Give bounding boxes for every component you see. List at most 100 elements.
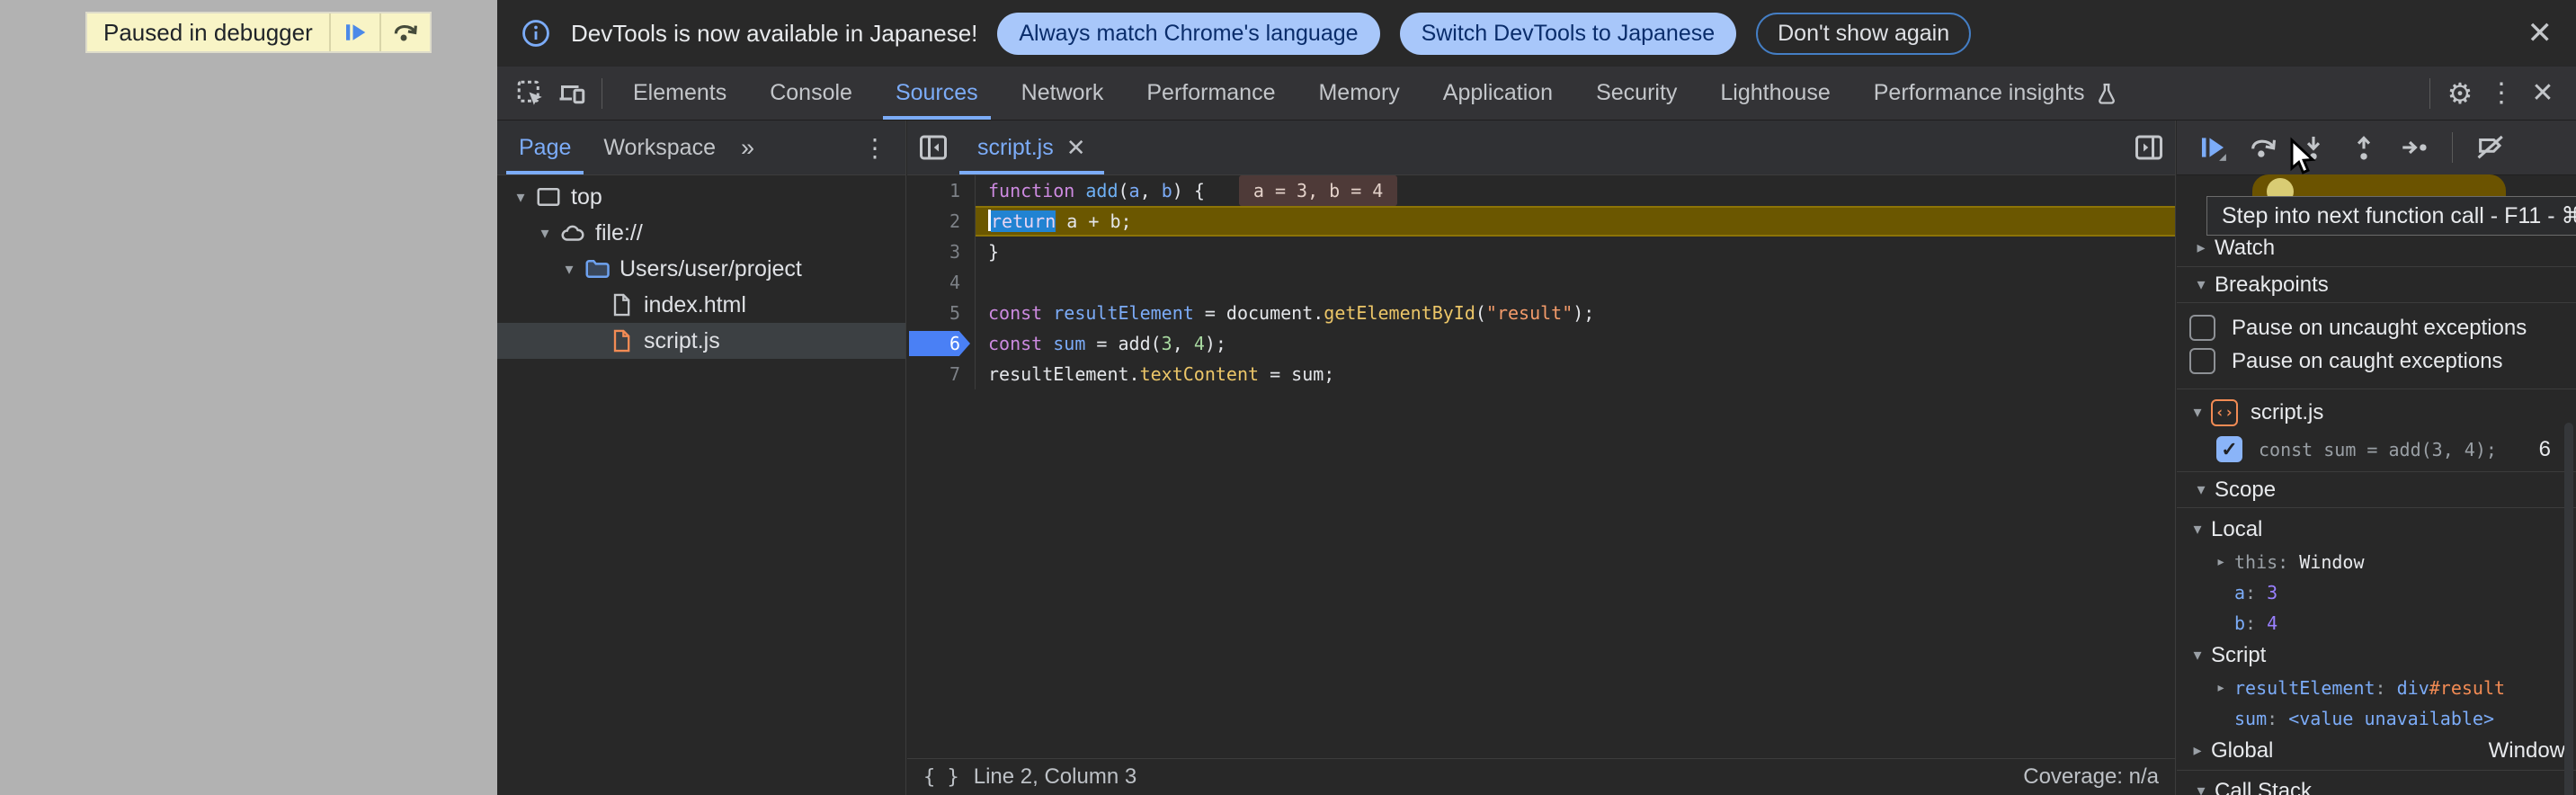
chevron-right-icon: ▸ xyxy=(2207,552,2234,571)
navigator-tab-page[interactable]: Page xyxy=(503,121,587,174)
resume-script-icon[interactable] xyxy=(2191,128,2234,167)
chevron-down-icon[interactable]: ▾ xyxy=(532,224,557,243)
dont-show-again-button[interactable]: Don't show again xyxy=(1756,13,1971,55)
scope-a-row[interactable]: a: 3 xyxy=(2177,577,2576,608)
tab-sources[interactable]: Sources xyxy=(874,67,1000,120)
tree-item-label: script.js xyxy=(644,328,720,354)
tab-performance-insights[interactable]: Performance insights xyxy=(1852,67,2141,120)
scope-sum-row[interactable]: sum: <value unavailable> xyxy=(2177,703,2576,734)
pretty-print-braces-icon[interactable]: { } xyxy=(923,766,959,789)
more-options-kebab-icon[interactable]: ⋮ xyxy=(2481,74,2522,113)
gutter-line-1[interactable]: 1 xyxy=(907,175,976,206)
pause-uncaught-checkbox[interactable] xyxy=(2189,315,2215,341)
tab-network[interactable]: Network xyxy=(1000,67,1126,120)
editor-tab-scriptjs[interactable]: script.js ✕ xyxy=(959,121,1104,174)
chevron-down-icon: ▾ xyxy=(2184,646,2211,665)
breakpoint-entry-row[interactable]: ✓ const sum = add(3, 4); 6 xyxy=(2177,431,2576,468)
switch-to-japanese-button[interactable]: Switch DevTools to Japanese xyxy=(1400,13,1737,55)
file-icon xyxy=(608,291,635,318)
navigator-tab-workspace[interactable]: Workspace xyxy=(587,121,732,174)
tab-application[interactable]: Application xyxy=(1422,67,1574,120)
devtools-main-toolbar: ElementsConsoleSourcesNetworkPerformance… xyxy=(497,67,2576,121)
tab-label: Security xyxy=(1596,80,1677,106)
step-out-icon[interactable] xyxy=(2342,128,2385,167)
notification-close-icon[interactable]: ✕ xyxy=(2527,18,2554,49)
chevron-down-icon: ▾ xyxy=(2184,520,2211,539)
deactivate-breakpoints-icon[interactable] xyxy=(2469,128,2512,167)
tab-elements[interactable]: Elements xyxy=(611,67,748,120)
frame-icon xyxy=(535,183,562,210)
inspect-element-button[interactable] xyxy=(510,74,551,113)
pause-caught-checkbox[interactable] xyxy=(2189,348,2215,374)
scope-b-value: 4 xyxy=(2267,612,2277,634)
tree-item-index-html[interactable]: index.html xyxy=(497,287,905,323)
navigator-kebab-icon[interactable]: ⋮ xyxy=(850,133,900,163)
file-js-icon xyxy=(608,327,635,354)
scope-b-row[interactable]: b: 4 xyxy=(2177,608,2576,639)
gutter-line-5[interactable]: 5 xyxy=(907,298,976,328)
paused-in-debugger-toast: Paused in debugger xyxy=(85,12,432,53)
pause-caught-label: Pause on caught exceptions xyxy=(2232,349,2503,374)
code-line-content: const sum = add(3, 4); xyxy=(976,328,2175,359)
scope-label: Scope xyxy=(2215,478,2276,503)
code-line-1: 1function add(a, b) {a = 3, b = 4 xyxy=(907,175,2175,206)
tab-console[interactable]: Console xyxy=(748,67,874,120)
editor-tab-close-icon[interactable]: ✕ xyxy=(1066,134,1086,162)
scope-script-label: Script xyxy=(2211,643,2266,668)
navigator-header: Page Workspace » ⋮ xyxy=(497,121,905,175)
toggle-navigator-sidebar-icon[interactable] xyxy=(907,121,959,174)
scope-this-value: Window xyxy=(2299,551,2364,573)
breakpoint-entry-checkbox[interactable]: ✓ xyxy=(2216,436,2242,462)
tab-performance[interactable]: Performance xyxy=(1125,67,1297,120)
settings-gear-icon[interactable]: ⚙ xyxy=(2439,74,2481,113)
step-over-icon[interactable] xyxy=(2242,128,2285,167)
tree-item-users-user-project[interactable]: ▾Users/user/project xyxy=(497,251,905,287)
scope-this-row[interactable]: ▸ this: Window xyxy=(2177,546,2576,577)
chevron-down-icon[interactable]: ▾ xyxy=(508,188,533,207)
tree-item-script-js[interactable]: script.js xyxy=(497,323,905,359)
tab-memory[interactable]: Memory xyxy=(1297,67,1421,120)
resume-script-button[interactable] xyxy=(329,13,379,51)
tree-item-top[interactable]: ▾top xyxy=(497,179,905,215)
call-stack-section-header[interactable]: ▾ Call Stack xyxy=(2177,770,2576,795)
chevron-down-icon: ▾ xyxy=(2188,782,2215,795)
tab-lighthouse[interactable]: Lighthouse xyxy=(1698,67,1851,120)
scope-global-row[interactable]: ▸ Global Window xyxy=(2177,734,2576,767)
toggle-debugger-sidebar-icon[interactable] xyxy=(2123,121,2175,174)
gutter-line-3[interactable]: 3 xyxy=(907,237,976,267)
pause-uncaught-row[interactable]: Pause on uncaught exceptions xyxy=(2177,311,2576,344)
breakpoints-section-header[interactable]: ▾ Breakpoints xyxy=(2177,266,2576,303)
gutter-line-7[interactable]: 7 xyxy=(907,359,976,389)
toggle-device-toolbar-button[interactable] xyxy=(551,74,593,113)
scope-resultelement-row[interactable]: ▸ resultElement: div#result xyxy=(2177,672,2576,703)
breakpoint-gutter-line-6[interactable]: 6 xyxy=(907,328,976,359)
chevron-down-icon: ▾ xyxy=(2188,275,2215,294)
scope-local-row[interactable]: ▾ Local xyxy=(2177,513,2576,546)
chevron-down-icon: ▾ xyxy=(2188,480,2215,499)
tree-item-file-[interactable]: ▾file:// xyxy=(497,215,905,251)
scope-section-header[interactable]: ▾ Scope xyxy=(2177,471,2576,508)
gutter-line-4[interactable]: 4 xyxy=(907,267,976,298)
pause-caught-row[interactable]: Pause on caught exceptions xyxy=(2177,344,2576,378)
gutter-line-2[interactable]: 2 xyxy=(907,206,976,237)
always-match-language-button[interactable]: Always match Chrome's language xyxy=(997,13,1379,55)
scope-a-value: 3 xyxy=(2267,582,2277,603)
step-icon[interactable] xyxy=(2393,128,2436,167)
code-editor[interactable]: 1function add(a, b) {a = 3, b = 42return… xyxy=(907,175,2175,758)
scope-a-name: a xyxy=(2234,582,2245,603)
debugger-toolbar-divider xyxy=(2452,132,2453,163)
step-over-button-page[interactable] xyxy=(379,13,430,51)
step-into-tooltip: Step into next function call - F11 - ⌘ ; xyxy=(2206,196,2576,236)
tab-security[interactable]: Security xyxy=(1574,67,1698,120)
editor-tab-label: script.js xyxy=(977,135,1054,161)
more-tabs-chevron-icon[interactable]: » xyxy=(732,134,760,162)
chevron-down-icon[interactable]: ▾ xyxy=(557,260,582,279)
sidebar-scrollbar[interactable] xyxy=(2564,423,2573,795)
breakpoint-file-group[interactable]: ▾ ‹› script.js xyxy=(2177,394,2576,431)
close-devtools-icon[interactable]: ✕ xyxy=(2522,74,2563,113)
scope-script-row[interactable]: ▾ Script xyxy=(2177,639,2576,672)
mouse-cursor xyxy=(2282,137,2322,180)
info-icon xyxy=(521,18,551,49)
toolbar-right-cluster: ⚙ ⋮ ✕ xyxy=(2420,74,2576,113)
flask-icon xyxy=(2094,81,2119,106)
